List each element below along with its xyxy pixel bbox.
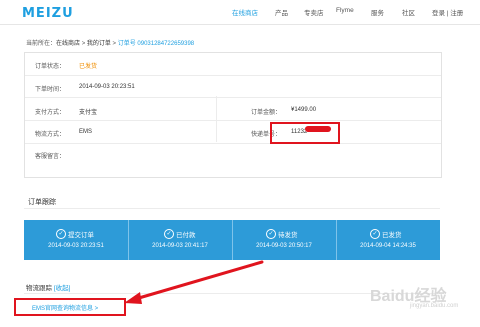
annotation-arrow-icon — [124, 260, 264, 304]
watermark-url: jingyan.baidu.com — [410, 303, 459, 309]
